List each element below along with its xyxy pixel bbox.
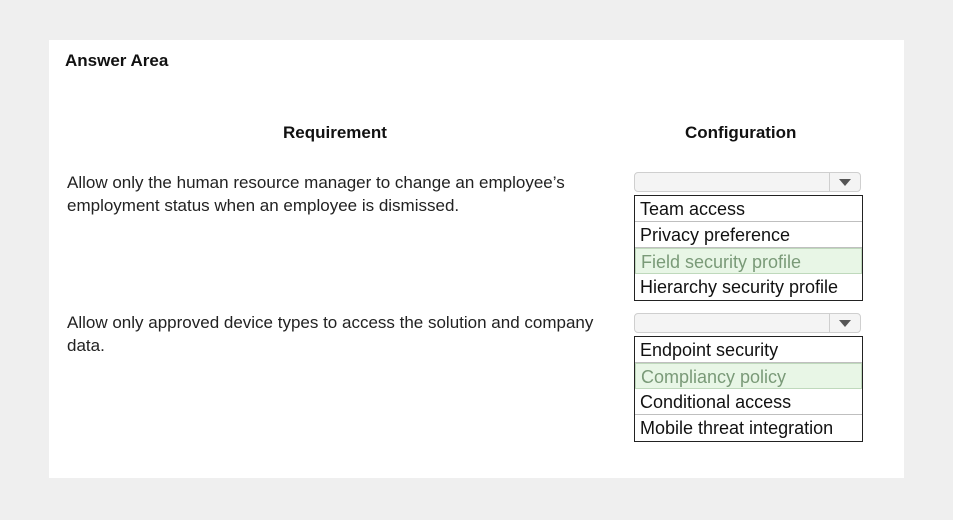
dropdown-option[interactable]: Hierarchy security profile bbox=[635, 274, 862, 300]
dropdown-toggle-2[interactable] bbox=[829, 314, 860, 332]
dropdown-option-highlighted[interactable]: Field security profile bbox=[635, 248, 862, 274]
configuration-header: Configuration bbox=[685, 123, 797, 142]
requirement-header: Requirement bbox=[283, 123, 387, 142]
dropdown-option[interactable]: Team access bbox=[635, 196, 862, 222]
dropdown-options-2: Endpoint security Compliancy policy Cond… bbox=[634, 336, 863, 442]
requirement-text-1: Allow only the human resource manager to… bbox=[67, 173, 565, 215]
dropdown-option[interactable]: Conditional access bbox=[635, 389, 862, 415]
dropdown-option[interactable]: Mobile threat integration bbox=[635, 415, 862, 441]
dropdown-option[interactable]: Endpoint security bbox=[635, 337, 862, 363]
dropdown-option[interactable]: Privacy preference bbox=[635, 222, 862, 248]
configuration-dropdown-1[interactable] bbox=[634, 172, 861, 192]
configuration-dropdown-2[interactable] bbox=[634, 313, 861, 333]
answer-area-panel: Answer Area Requirement Configuration Al… bbox=[49, 40, 904, 478]
answer-area-title: Answer Area bbox=[65, 51, 169, 70]
dropdown-toggle-1[interactable] bbox=[829, 173, 860, 191]
chevron-down-icon bbox=[839, 320, 851, 327]
dropdown-options-1: Team access Privacy preference Field sec… bbox=[634, 195, 863, 301]
chevron-down-icon bbox=[839, 179, 851, 186]
dropdown-option-highlighted[interactable]: Compliancy policy bbox=[635, 363, 862, 389]
requirement-text-2: Allow only approved device types to acce… bbox=[67, 313, 594, 355]
